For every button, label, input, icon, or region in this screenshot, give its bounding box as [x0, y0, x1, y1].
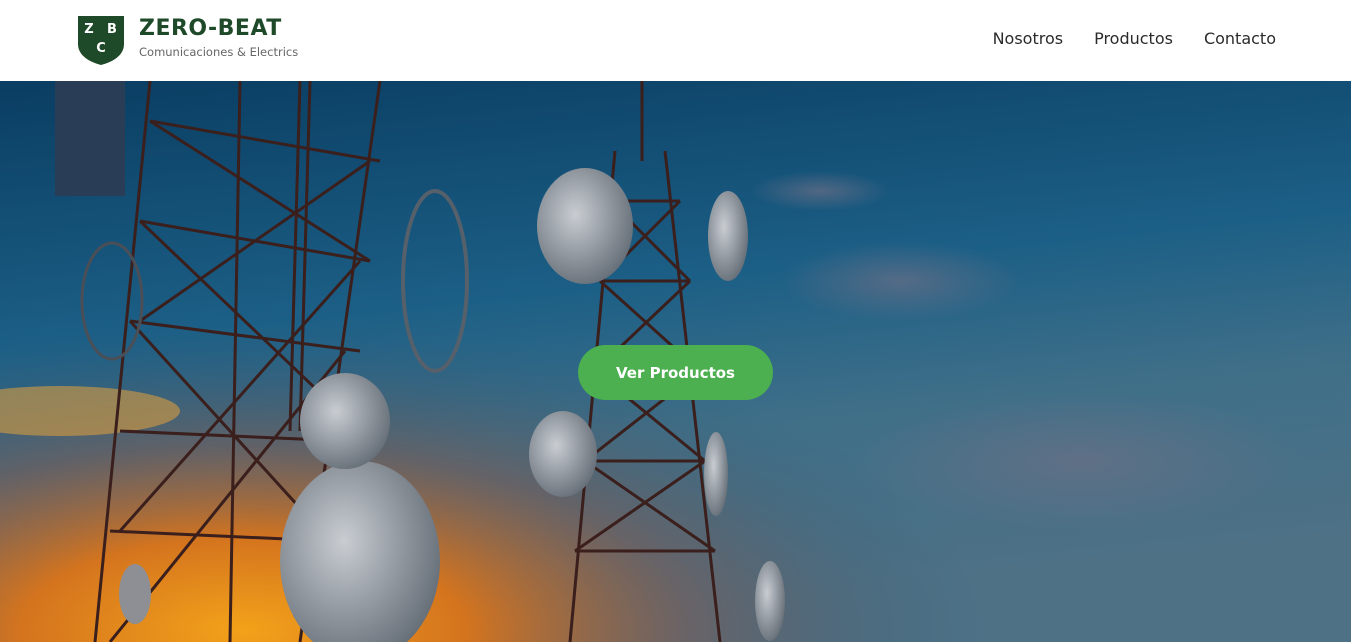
brand-title: ZERO-BEAT [139, 16, 282, 41]
nav-item-contacto[interactable]: Contacto [1204, 28, 1276, 50]
ver-productos-button[interactable]: Ver Productos [578, 345, 773, 400]
main-nav: Nosotros Productos Contacto [993, 28, 1276, 50]
nav-item-nosotros[interactable]: Nosotros [993, 28, 1064, 50]
nav-item-productos[interactable]: Productos [1094, 28, 1173, 50]
logo-letter-z: Z [84, 22, 93, 37]
site-header: Z B C ZERO-BEAT Comunicaciones & Electri… [0, 0, 1351, 81]
brand-text: ZERO-BEAT Comunicaciones & Electrics [139, 16, 298, 59]
brand-home-link[interactable]: Z B C ZERO-BEAT Comunicaciones & Electri… [76, 14, 298, 66]
logo-letter-b: B [107, 22, 117, 37]
hero-section: Ver Productos [0, 81, 1351, 642]
brand-logo-shield-icon: Z B C [76, 14, 126, 66]
logo-letter-c: C [96, 41, 106, 56]
brand-subtitle: Comunicaciones & Electrics [139, 45, 299, 59]
